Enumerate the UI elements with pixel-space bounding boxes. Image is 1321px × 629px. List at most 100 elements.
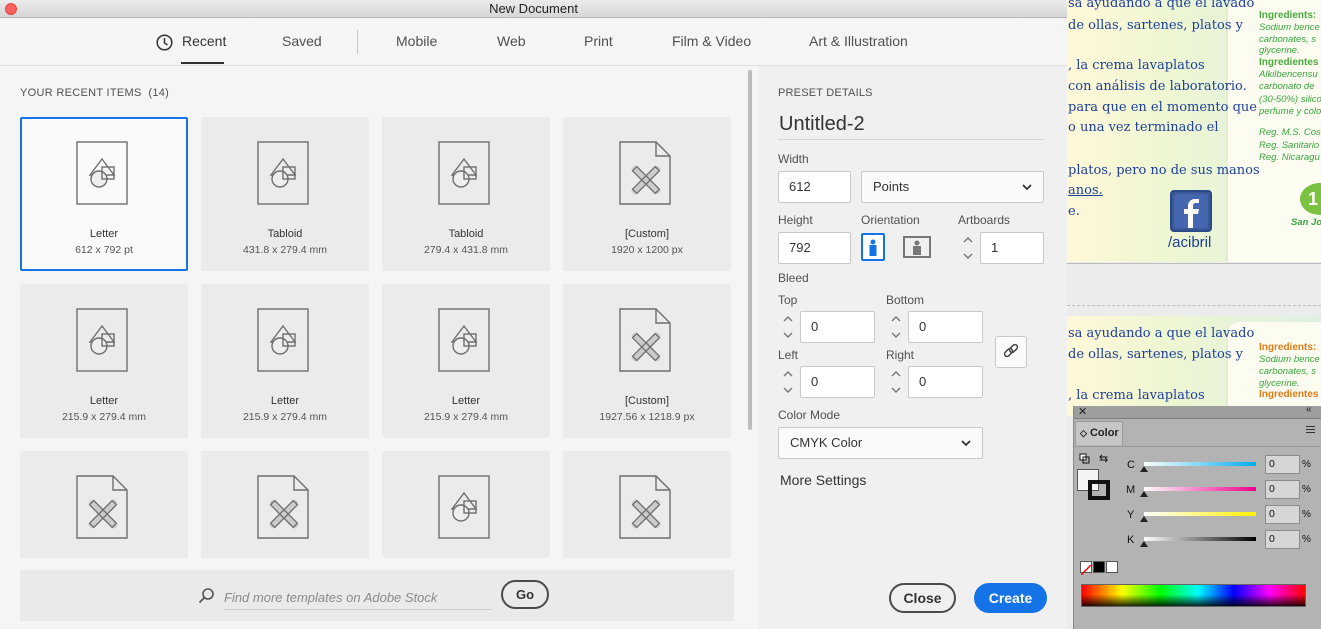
go-button[interactable]: Go <box>501 580 549 609</box>
recent-item-card[interactable]: Tabloid 279.4 x 431.8 mm <box>382 117 550 271</box>
cyan-value-input[interactable]: 0 <box>1265 455 1300 474</box>
create-button[interactable]: Create <box>974 583 1047 613</box>
bleed-right-input[interactable]: 0 <box>908 366 983 398</box>
recent-item-card[interactable]: [Custom] 1920 x 1200 px <box>563 117 731 271</box>
recent-item-size: 279.4 x 431.8 mm <box>423 244 509 256</box>
recent-item-card[interactable]: Letter 215.9 x 279.4 mm <box>382 284 550 438</box>
fill-stroke-swap-icon[interactable] <box>1079 452 1091 464</box>
channel-y-label: Y <box>1127 509 1135 521</box>
cyan-slider-thumb[interactable] <box>1140 466 1148 472</box>
more-settings-link[interactable]: More Settings <box>780 472 866 488</box>
tab-print[interactable]: Print <box>584 33 613 49</box>
stroke-swatch[interactable] <box>1088 480 1110 500</box>
recent-item-size: 215.9 x 279.4 mm <box>423 411 509 423</box>
magenta-slider[interactable] <box>1144 487 1256 491</box>
width-input[interactable]: 612 <box>778 171 851 203</box>
artboards-input[interactable]: 1 <box>980 232 1044 264</box>
recent-item-card[interactable]: Tabloid 431.8 x 279.4 mm <box>201 117 369 271</box>
recent-item-card[interactable]: Letter 612 x 792 pt <box>20 117 188 271</box>
black-value-input[interactable]: 0 <box>1265 530 1300 549</box>
city-text: San Jos <box>1291 217 1321 228</box>
bleed-top-input[interactable]: 0 <box>800 311 875 343</box>
bleed-top-label: Top <box>778 293 798 307</box>
grid-scrollbar[interactable] <box>748 70 752 430</box>
doc-text-line: con análisis de laboratorio. <box>1068 79 1247 94</box>
black-slider[interactable] <box>1144 537 1256 541</box>
recent-item-card[interactable]: [Custom] 1927.56 x 1218.9 px <box>563 284 731 438</box>
bleed-bottom-input[interactable]: 0 <box>908 311 983 343</box>
color-panel-tab[interactable]: ◇ Color <box>1075 421 1123 445</box>
ingredients-line: glycerine. <box>1259 378 1300 389</box>
template-search-input[interactable] <box>224 585 492 610</box>
recent-item-name: Letter <box>89 395 119 407</box>
window-close-button[interactable] <box>5 3 17 15</box>
none-swatch[interactable] <box>1080 561 1092 576</box>
portrait-orientation-button[interactable] <box>861 233 885 261</box>
channel-m-label: M <box>1126 484 1136 496</box>
window-titlebar: New Document <box>0 0 1067 18</box>
document-shapes-icon <box>76 308 130 379</box>
bleed-left-input[interactable]: 0 <box>800 366 875 398</box>
tab-recent[interactable]: Recent <box>182 33 226 49</box>
link-bleed-button[interactable] <box>995 336 1027 368</box>
units-value: Points <box>873 179 910 194</box>
units-select[interactable]: Points <box>861 171 1044 203</box>
document-ruler-pencil-icon <box>257 475 311 546</box>
black-slider-thumb[interactable] <box>1140 541 1148 547</box>
bleed-bottom-stepper[interactable] <box>886 311 906 343</box>
close-button[interactable]: Close <box>889 583 956 613</box>
bleed-left-stepper[interactable] <box>778 366 798 398</box>
width-label: Width <box>778 152 809 166</box>
recent-item-card[interactable]: Letter 215.9 x 279.4 mm <box>201 284 369 438</box>
white-swatch[interactable] <box>1106 561 1118 573</box>
tab-art-illustration[interactable]: Art & Illustration <box>809 33 908 49</box>
clock-icon <box>156 34 173 56</box>
document-shapes-icon <box>257 141 311 212</box>
doc-text-line: anos. <box>1068 183 1103 198</box>
artboards-stepper[interactable] <box>958 232 978 264</box>
cyan-slider[interactable] <box>1144 462 1256 466</box>
recent-item-card[interactable]: Letter 215.9 x 279.4 mm <box>20 284 188 438</box>
color-mode-select[interactable]: CMYK Color <box>778 427 983 459</box>
recent-item-card[interactable] <box>20 451 188 558</box>
recent-item-card[interactable] <box>563 451 731 558</box>
reg-line: Reg. M.S. Cost <box>1259 127 1321 138</box>
black-swatch[interactable] <box>1093 561 1105 573</box>
recent-items-count: (14) <box>148 87 170 99</box>
recent-item-card[interactable] <box>382 451 550 558</box>
bleed-left-label: Left <box>778 348 799 362</box>
recent-item-card[interactable] <box>201 451 369 558</box>
artboards-label: Artboards <box>958 213 1011 227</box>
height-label: Height <box>778 213 813 227</box>
page-divider <box>1067 263 1321 264</box>
magenta-unit: % <box>1302 484 1311 495</box>
panel-menu-icon[interactable] <box>1306 426 1315 427</box>
channel-c-label: C <box>1127 459 1135 471</box>
name-underline <box>778 139 1044 140</box>
magenta-value-input[interactable]: 0 <box>1265 480 1300 499</box>
yellow-value-input[interactable]: 0 <box>1265 505 1300 524</box>
height-input[interactable]: 792 <box>778 232 851 264</box>
recent-item-name: Letter <box>451 395 481 407</box>
yellow-slider[interactable] <box>1144 512 1256 516</box>
panel-close-icon[interactable]: ✕ <box>1078 405 1087 418</box>
tab-saved[interactable]: Saved <box>282 33 322 49</box>
landscape-orientation-button[interactable] <box>903 236 931 258</box>
swap-arrows-icon[interactable]: ⇆ <box>1099 452 1108 465</box>
color-spectrum[interactable] <box>1081 584 1306 607</box>
ingredients-line: carbonates, s <box>1259 366 1317 377</box>
bleed-right-stepper[interactable] <box>886 366 906 398</box>
panel-collapse-icon[interactable]: « <box>1306 404 1312 415</box>
tab-mobile[interactable]: Mobile <box>396 33 437 49</box>
bleed-top-stepper[interactable] <box>778 311 798 343</box>
tab-web[interactable]: Web <box>497 33 526 49</box>
tab-film-video[interactable]: Film & Video <box>672 33 751 49</box>
tab-chevron-icon: ◇ <box>1080 428 1087 438</box>
document-name-input[interactable]: Untitled-2 <box>779 113 865 136</box>
ingredients-heading: Ingredients: <box>1259 342 1317 353</box>
channel-k-label: K <box>1127 534 1135 546</box>
chevron-down-icon <box>960 428 972 469</box>
yellow-slider-thumb[interactable] <box>1140 516 1148 522</box>
magenta-slider-thumb[interactable] <box>1140 491 1148 497</box>
doc-text-line: de ollas, sartenes, platos y <box>1068 18 1243 33</box>
